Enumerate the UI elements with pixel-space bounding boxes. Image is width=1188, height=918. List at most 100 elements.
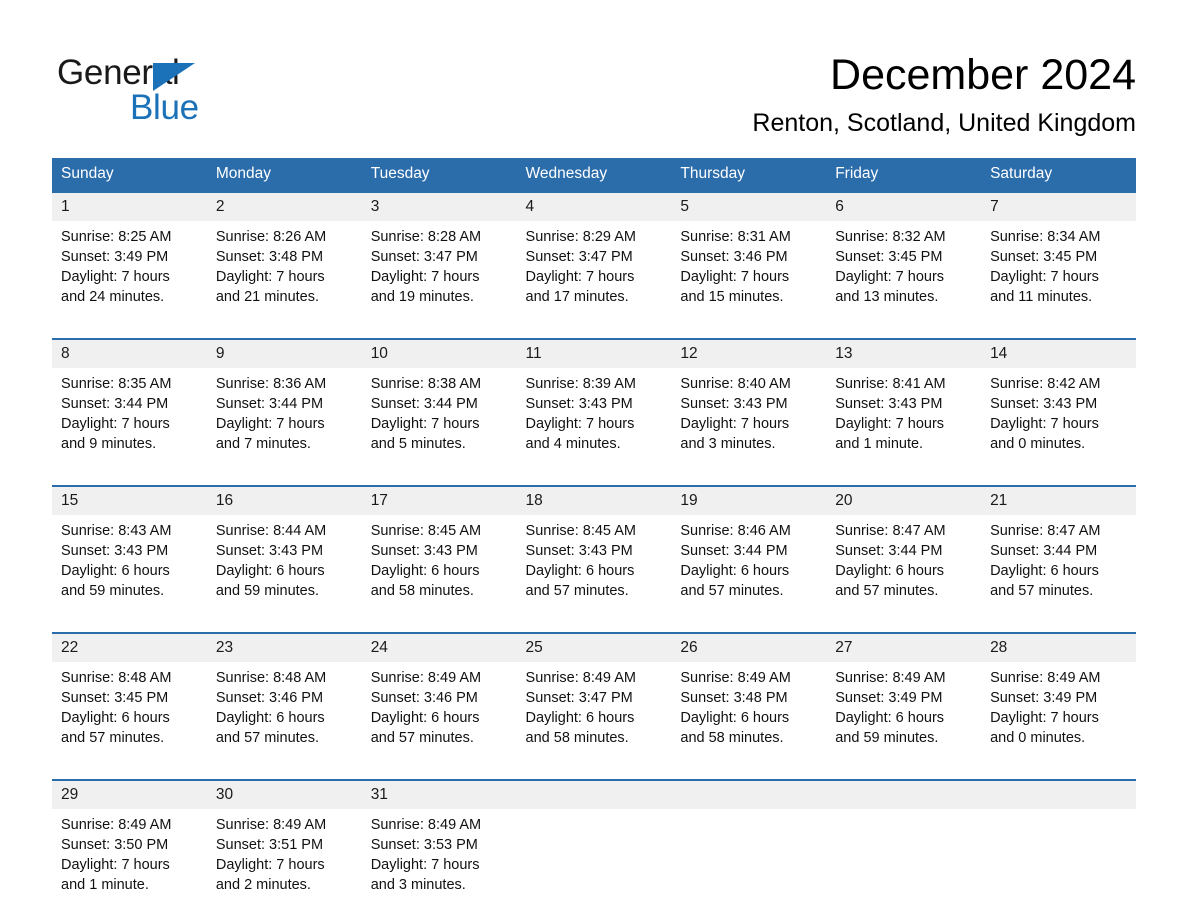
day-number[interactable]: 7 xyxy=(981,191,1136,221)
day-number[interactable]: 15 xyxy=(52,485,207,515)
daylight-text-line1: Daylight: 7 hours xyxy=(61,416,170,432)
sunset-text: Sunset: 3:45 PM xyxy=(835,249,943,265)
daylight-text-line1: Daylight: 7 hours xyxy=(990,416,1099,432)
day-cell[interactable]: Sunrise: 8:34 AM Sunset: 3:45 PM Dayligh… xyxy=(981,221,1136,319)
day-number[interactable]: 25 xyxy=(516,632,672,662)
day-number[interactable]: 4 xyxy=(516,191,672,221)
day-cell-empty xyxy=(826,809,982,907)
day-cell[interactable]: Sunrise: 8:49 AM Sunset: 3:51 PM Dayligh… xyxy=(206,809,362,907)
day-number[interactable]: 16 xyxy=(206,485,362,515)
daylight-text-line2: and 4 minutes. xyxy=(525,436,621,452)
day-number[interactable]: 1 xyxy=(52,191,207,221)
sunrise-text: Sunrise: 8:49 AM xyxy=(370,817,482,833)
day-cell[interactable]: Sunrise: 8:26 AM Sunset: 3:48 PM Dayligh… xyxy=(206,221,362,319)
day-number[interactable]: 31 xyxy=(361,779,517,809)
day-number[interactable]: 19 xyxy=(671,485,827,515)
daylight-text-line2: and 0 minutes. xyxy=(990,436,1086,452)
sunrise-text: Sunrise: 8:48 AM xyxy=(215,670,327,686)
day-cell[interactable]: Sunrise: 8:29 AM Sunset: 3:47 PM Dayligh… xyxy=(516,221,672,319)
day-cell[interactable]: Sunrise: 8:31 AM Sunset: 3:46 PM Dayligh… xyxy=(671,221,827,319)
day-cell[interactable]: Sunrise: 8:32 AM Sunset: 3:45 PM Dayligh… xyxy=(826,221,982,319)
sunrise-text: Sunrise: 8:47 AM xyxy=(835,523,946,539)
day-number[interactable]: 20 xyxy=(826,485,982,515)
day-cell[interactable]: Sunrise: 8:41 AM Sunset: 3:43 PM Dayligh… xyxy=(826,368,982,466)
sunrise-text: Sunrise: 8:31 AM xyxy=(680,229,791,245)
day-number[interactable]: 5 xyxy=(671,191,827,221)
day-number[interactable]: 6 xyxy=(826,191,982,221)
sunset-text: Sunset: 3:49 PM xyxy=(990,690,1098,706)
day-cell[interactable]: Sunrise: 8:49 AM Sunset: 3:50 PM Dayligh… xyxy=(52,809,207,907)
day-cell[interactable]: Sunrise: 8:49 AM Sunset: 3:46 PM Dayligh… xyxy=(361,662,517,760)
day-number[interactable]: 14 xyxy=(981,338,1136,368)
day-cell[interactable]: Sunrise: 8:45 AM Sunset: 3:43 PM Dayligh… xyxy=(361,515,517,613)
day-cell[interactable]: Sunrise: 8:49 AM Sunset: 3:53 PM Dayligh… xyxy=(361,809,517,907)
sunrise-text: Sunrise: 8:49 AM xyxy=(835,670,946,686)
weekday-header-saturday: Saturday xyxy=(981,158,1136,192)
day-cell[interactable]: Sunrise: 8:49 AM Sunset: 3:49 PM Dayligh… xyxy=(826,662,982,760)
week-row-details: Sunrise: 8:48 AM Sunset: 3:45 PM Dayligh… xyxy=(52,662,1136,760)
daylight-text-line1: Daylight: 6 hours xyxy=(370,563,480,579)
sunset-text: Sunset: 3:44 PM xyxy=(215,396,324,412)
day-number[interactable]: 17 xyxy=(361,485,517,515)
daylight-text-line2: and 24 minutes. xyxy=(61,289,165,305)
day-number[interactable]: 28 xyxy=(981,632,1136,662)
day-number[interactable]: 18 xyxy=(516,485,672,515)
day-number[interactable]: 30 xyxy=(206,779,362,809)
day-number[interactable]: 21 xyxy=(981,485,1136,515)
day-cell[interactable]: Sunrise: 8:49 AM Sunset: 3:49 PM Dayligh… xyxy=(981,662,1136,760)
day-number[interactable]: 29 xyxy=(52,779,207,809)
calendar-grid: Sunday Monday Tuesday Wednesday Thursday… xyxy=(52,158,1136,907)
day-cell[interactable]: Sunrise: 8:45 AM Sunset: 3:43 PM Dayligh… xyxy=(516,515,672,613)
day-cell[interactable]: Sunrise: 8:40 AM Sunset: 3:43 PM Dayligh… xyxy=(671,368,827,466)
daylight-text-line1: Daylight: 7 hours xyxy=(835,416,945,432)
daylight-text-line1: Daylight: 6 hours xyxy=(680,563,790,579)
day-cell[interactable]: Sunrise: 8:35 AM Sunset: 3:44 PM Dayligh… xyxy=(52,368,207,466)
day-number[interactable]: 9 xyxy=(206,338,362,368)
week-row-details: Sunrise: 8:49 AM Sunset: 3:50 PM Dayligh… xyxy=(52,809,1136,907)
day-number[interactable]: 8 xyxy=(52,338,207,368)
day-cell-empty xyxy=(671,809,827,907)
day-cell[interactable]: Sunrise: 8:47 AM Sunset: 3:44 PM Dayligh… xyxy=(826,515,982,613)
sunset-text: Sunset: 3:43 PM xyxy=(370,543,478,559)
day-number[interactable]: 11 xyxy=(516,338,672,368)
weekday-header-friday: Friday xyxy=(826,158,982,192)
day-number[interactable]: 10 xyxy=(361,338,517,368)
generalblue-logo[interactable]: General Blue xyxy=(57,53,317,127)
daylight-text-line2: and 0 minutes. xyxy=(990,730,1086,746)
day-number[interactable]: 2 xyxy=(206,191,362,221)
daylight-text-line2: and 2 minutes. xyxy=(215,877,311,893)
daylight-text-line1: Daylight: 7 hours xyxy=(990,710,1099,726)
day-number[interactable]: 23 xyxy=(206,632,362,662)
day-cell[interactable]: Sunrise: 8:25 AM Sunset: 3:49 PM Dayligh… xyxy=(52,221,207,319)
daylight-text-line2: and 59 minutes. xyxy=(61,583,165,599)
sunrise-text: Sunrise: 8:25 AM xyxy=(61,229,172,245)
daylight-text-line1: Daylight: 6 hours xyxy=(61,563,170,579)
week-spacer xyxy=(52,466,1136,486)
day-cell[interactable]: Sunrise: 8:46 AM Sunset: 3:44 PM Dayligh… xyxy=(671,515,827,613)
day-cell[interactable]: Sunrise: 8:49 AM Sunset: 3:47 PM Dayligh… xyxy=(516,662,672,760)
sunset-text: Sunset: 3:44 PM xyxy=(61,396,169,412)
sunrise-text: Sunrise: 8:34 AM xyxy=(990,229,1101,245)
day-number[interactable]: 13 xyxy=(826,338,982,368)
daylight-text-line1: Daylight: 6 hours xyxy=(215,563,325,579)
daylight-text-line2: and 59 minutes. xyxy=(835,730,939,746)
day-number[interactable]: 24 xyxy=(361,632,517,662)
day-number[interactable]: 26 xyxy=(671,632,827,662)
day-number[interactable]: 3 xyxy=(361,191,517,221)
day-number[interactable]: 22 xyxy=(52,632,207,662)
day-cell[interactable]: Sunrise: 8:44 AM Sunset: 3:43 PM Dayligh… xyxy=(206,515,362,613)
day-cell[interactable]: Sunrise: 8:28 AM Sunset: 3:47 PM Dayligh… xyxy=(361,221,517,319)
day-cell[interactable]: Sunrise: 8:43 AM Sunset: 3:43 PM Dayligh… xyxy=(52,515,207,613)
day-number[interactable]: 27 xyxy=(826,632,982,662)
day-cell[interactable]: Sunrise: 8:49 AM Sunset: 3:48 PM Dayligh… xyxy=(671,662,827,760)
location-subtitle: Renton, Scotland, United Kingdom xyxy=(752,109,1136,137)
day-cell[interactable]: Sunrise: 8:36 AM Sunset: 3:44 PM Dayligh… xyxy=(206,368,362,466)
day-cell[interactable]: Sunrise: 8:42 AM Sunset: 3:43 PM Dayligh… xyxy=(981,368,1136,466)
day-number[interactable]: 12 xyxy=(671,338,827,368)
daylight-text-line2: and 3 minutes. xyxy=(680,436,776,452)
day-cell[interactable]: Sunrise: 8:48 AM Sunset: 3:46 PM Dayligh… xyxy=(206,662,362,760)
day-cell[interactable]: Sunrise: 8:38 AM Sunset: 3:44 PM Dayligh… xyxy=(361,368,517,466)
day-cell[interactable]: Sunrise: 8:48 AM Sunset: 3:45 PM Dayligh… xyxy=(52,662,207,760)
day-cell[interactable]: Sunrise: 8:39 AM Sunset: 3:43 PM Dayligh… xyxy=(516,368,672,466)
day-cell[interactable]: Sunrise: 8:47 AM Sunset: 3:44 PM Dayligh… xyxy=(981,515,1136,613)
